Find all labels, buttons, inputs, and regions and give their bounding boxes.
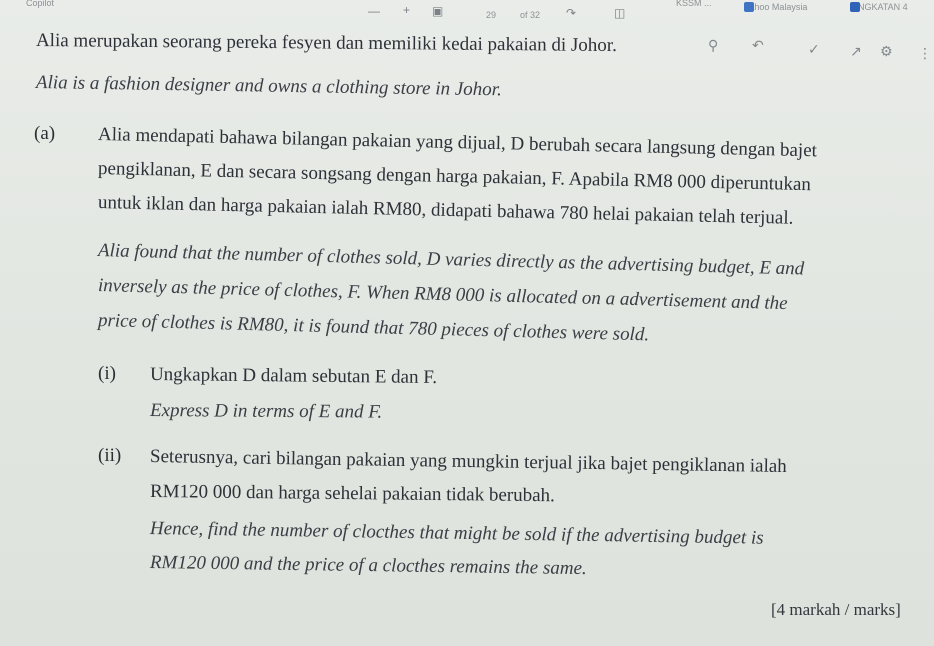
part-i-english: Express D in terms of E and F. bbox=[149, 400, 383, 423]
highlight-icon[interactable]: ✓ bbox=[808, 42, 820, 58]
page-number[interactable]: 29 bbox=[486, 10, 496, 20]
part-a-malay-line-2: pengiklanan, E dan secara songsang denga… bbox=[97, 158, 812, 196]
part-ii-english-line-1: Hence, find the number of clocthes that … bbox=[149, 518, 764, 549]
bookmark-favicon-icon bbox=[850, 2, 860, 12]
part-a-english-line-1: Alia found that the number of clothes so… bbox=[97, 240, 805, 280]
new-tab-button[interactable]: + bbox=[403, 3, 410, 17]
copilot-tab[interactable]: Copilot bbox=[26, 0, 54, 8]
part-a-malay-line-1: Alia mendapati bahawa bilangan pakaian y… bbox=[97, 124, 818, 162]
intro-english: Alia is a fashion designer and owns a cl… bbox=[35, 72, 502, 101]
pdf-toolbar: ⚲ ↶ ✓ ↗ ⚙ ⋮ bbox=[680, 38, 932, 70]
rotate-icon[interactable]: ↷ bbox=[566, 6, 576, 20]
search-icon[interactable]: ⚲ bbox=[708, 38, 718, 54]
draw-icon[interactable]: ↶ bbox=[752, 38, 764, 54]
intro-malay: Alia merupakan seorang pereka fesyen dan… bbox=[35, 30, 617, 57]
part-i-malay: Ungkapkan D dalam sebutan E dan F. bbox=[149, 364, 438, 389]
part-ii-malay-line-1: Seterusnya, cari bilangan pakaian yang m… bbox=[149, 446, 787, 478]
bookmark-kssm[interactable]: KSSM ... bbox=[676, 0, 712, 8]
zoom-out-icon[interactable]: — bbox=[368, 4, 380, 18]
more-icon[interactable]: ⋮ bbox=[918, 46, 932, 62]
pen-icon[interactable]: ↗ bbox=[850, 44, 862, 60]
bookmark-yahoo[interactable]: Yahoo Malaysia bbox=[744, 2, 807, 12]
part-a-marker: (a) bbox=[34, 123, 56, 144]
part-ii-english-line-2: RM120 000 and the price of a clocthes re… bbox=[149, 552, 587, 580]
part-a-malay-line-3: untuk iklan dan harga pakaian ialah RM80… bbox=[97, 192, 794, 229]
fit-page-icon[interactable]: ▣ bbox=[432, 4, 443, 18]
bookmark-favicon-icon bbox=[744, 2, 754, 12]
bookmark-tingkatan[interactable]: TINGKATAN 4 bbox=[850, 2, 908, 12]
part-i-marker: (i) bbox=[98, 363, 116, 384]
settings-icon[interactable]: ⚙ bbox=[880, 44, 893, 60]
part-a-english-line-2: inversely as the price of clothes, F. Wh… bbox=[97, 275, 788, 315]
browser-toolbar: Copilot — + ▣ 29 of 32 ↷ ◫ KSSM ... Yaho… bbox=[0, 0, 934, 30]
marks-label: [4 markah / marks] bbox=[771, 600, 901, 619]
part-a-english-line-3: price of clothes is RM80, it is found th… bbox=[97, 310, 650, 346]
part-ii-marker: (ii) bbox=[98, 445, 122, 466]
page-view-icon[interactable]: ◫ bbox=[614, 6, 625, 20]
part-ii-malay-line-2: RM120 000 dan harga sehelai pakaian tida… bbox=[149, 481, 555, 507]
page-total: of 32 bbox=[520, 10, 541, 20]
